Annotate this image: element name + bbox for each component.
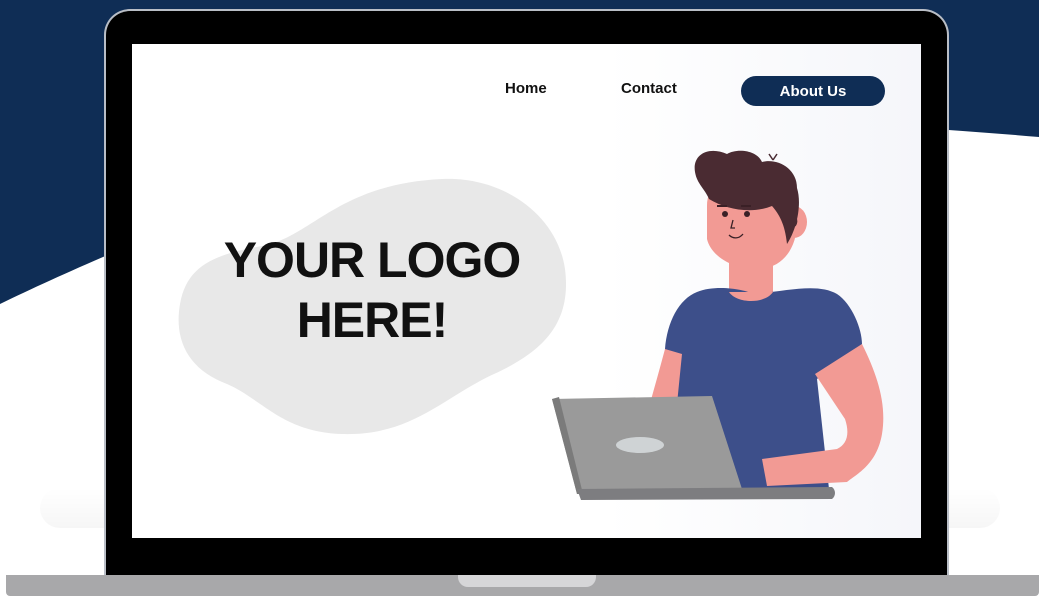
about-us-button[interactable]: About Us: [741, 76, 885, 106]
person-illustration: [552, 150, 884, 500]
nav-contact-link[interactable]: Contact: [621, 80, 677, 97]
stage: Home Contact About Us YOUR LOGO HERE!: [0, 0, 1039, 596]
laptop-screen: Home Contact About Us YOUR LOGO HERE!: [132, 44, 921, 538]
nav-home-link[interactable]: Home: [505, 80, 547, 97]
top-nav: Home Contact About Us: [132, 74, 921, 108]
logo-line-1: YOUR LOGO: [223, 232, 522, 288]
laptop-notch: [458, 575, 596, 587]
logo-line-2: HERE!: [296, 292, 449, 348]
logo-placeholder: YOUR LOGO HERE!: [192, 230, 552, 350]
